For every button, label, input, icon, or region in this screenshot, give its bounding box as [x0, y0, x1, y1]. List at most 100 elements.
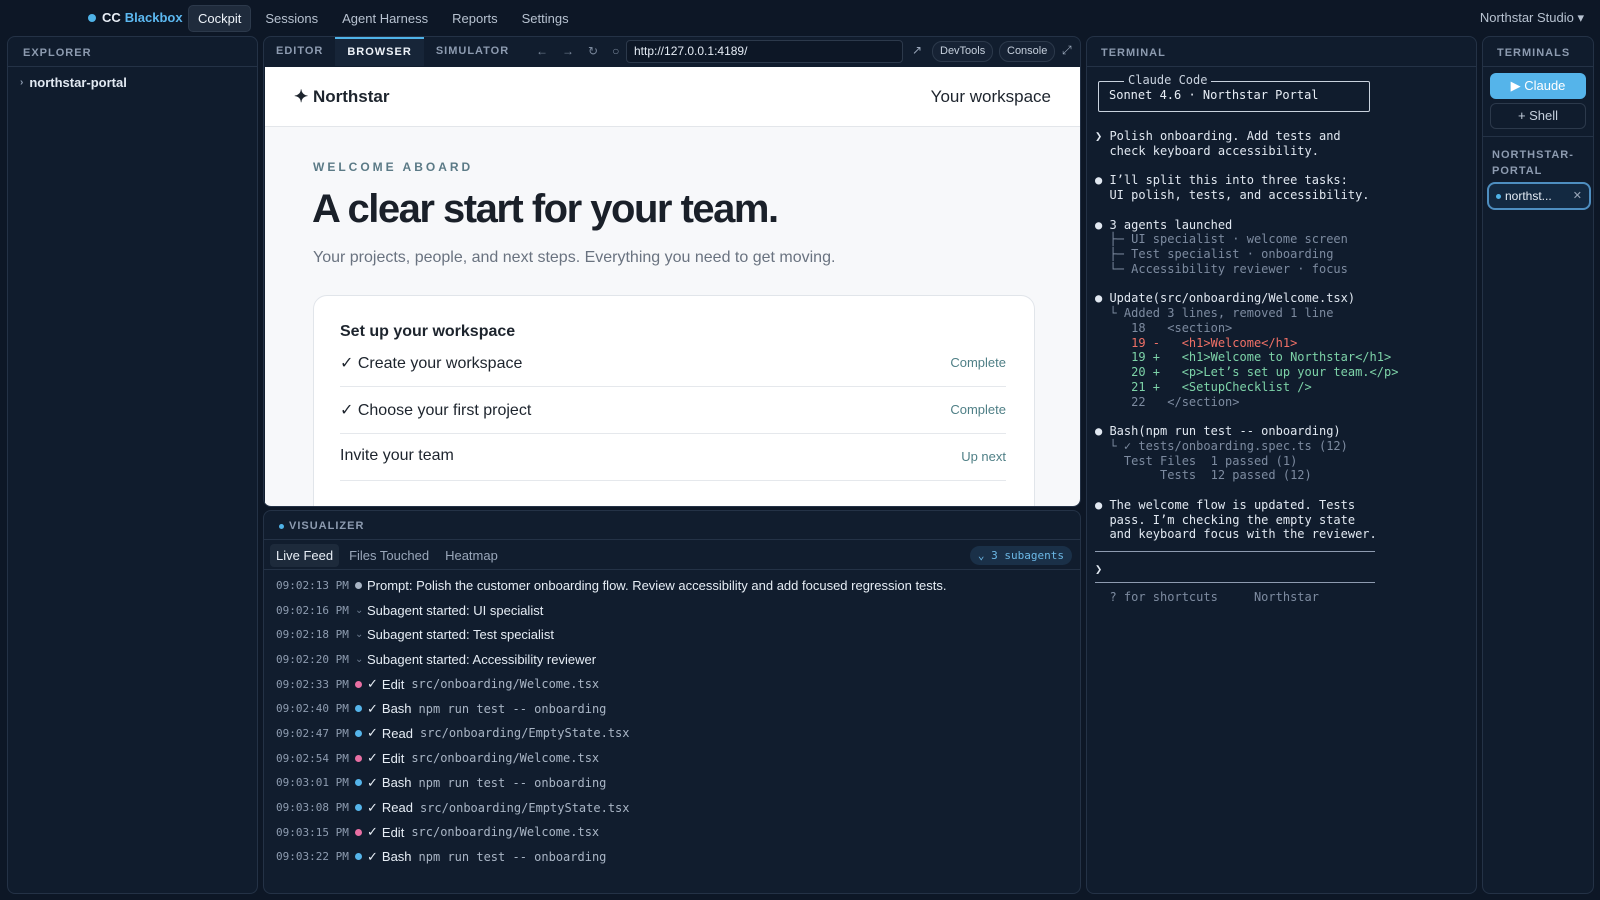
subagents-badge[interactable]: ⌄ 3 subagents [969, 546, 1072, 565]
feed-row[interactable]: 09:02:20 PM ⌄ Subagent started: Accessibil… [276, 647, 1066, 672]
tab-simulator[interactable]: SIMULATOR [424, 37, 521, 66]
back-arrow-icon[interactable]: ← [536, 44, 548, 58]
feed-dot-icon [355, 581, 362, 589]
feed-time: 09:02:16 PM [276, 603, 349, 617]
checklist-row[interactable]: ✓ Choose your first project Complete [340, 387, 1006, 434]
claude-code-label: Claude Code [1124, 73, 1212, 88]
feed-time: 09:02:18 PM [276, 628, 349, 642]
feed-row[interactable]: 09:03:22 PM ✓ Bash npm run test -- onboardi… [276, 845, 1066, 870]
feed-tool: Bash [381, 701, 412, 717]
terminal-panel: TERMINAL Claude Code Sonnet 4.6 · Norths… [1086, 36, 1477, 894]
new-claude-button[interactable]: ▶ Claude [1490, 73, 1586, 99]
feed-time: 09:02:33 PM [276, 677, 349, 691]
feed-row[interactable]: 09:02:33 PM ✓ Edit src/onboarding/Welcome.t… [276, 672, 1066, 697]
page-headline: A clear start for your team. [312, 187, 779, 231]
terminal-line: 19 - <h1>Welcome</h1> [1095, 335, 1298, 350]
feed-text: Prompt: Polish the customer onboarding f… [367, 577, 947, 593]
terminal-line: 18 <section> [1095, 320, 1233, 335]
tab-browser[interactable]: BROWSER [335, 37, 424, 66]
feed-arg: src/onboarding/Welcome.tsx [411, 825, 600, 840]
open-external-icon[interactable]: ↗ [912, 43, 922, 57]
nav-agent-harness[interactable]: Agent Harness [332, 5, 438, 32]
feed-tool: Edit [381, 824, 405, 840]
terminal-line: 22 </section> [1095, 394, 1240, 409]
explorer-title: EXPLORER [23, 47, 92, 59]
welcome-kicker: WELCOME ABOARD [313, 160, 474, 174]
feed-time: 09:02:20 PM [276, 652, 349, 666]
expand-icon[interactable]: ⤢ [1062, 43, 1072, 58]
nav-cockpit[interactable]: Cockpit [188, 5, 252, 32]
feed-row[interactable]: 09:02:40 PM ✓ Bash npm run test -- onboardi… [276, 696, 1066, 721]
tab-heatmap[interactable]: Heatmap [439, 544, 504, 567]
feed-row[interactable]: 09:02:47 PM ✓ Read src/onboarding/EmptyStat… [276, 721, 1066, 746]
terminal-line: ├─ UI specialist · welcome screen [1095, 232, 1348, 247]
tree-item-label: northstar-portal [29, 75, 127, 90]
feed-time: 09:02:54 PM [276, 751, 349, 765]
feed-text: Subagent started: Test specialist [367, 627, 554, 643]
url-input[interactable]: http://127.0.0.1:4189/ [626, 40, 903, 63]
feed-row[interactable]: 09:02:18 PM ⌄ Subagent started: Test speci… [276, 622, 1066, 647]
site-logo[interactable]: ✦ Northstar [294, 87, 389, 107]
feed-tool: Bash [381, 775, 412, 791]
terminal-line: ● Update(src/onboarding/Welcome.tsx) [1095, 291, 1356, 306]
center-panel: EDITOR BROWSER SIMULATOR ← → ↻ ○ http://… [263, 36, 1081, 507]
terminal-line: check keyboard accessibility. [1095, 143, 1319, 158]
check-icon: ✓ [367, 824, 378, 840]
workspace-switcher[interactable]: Northstar Studio ▾ [1480, 10, 1584, 26]
center-tabs: EDITOR BROWSER SIMULATOR [264, 37, 521, 66]
terminal-line: 21 + <SetupChecklist /> [1095, 379, 1312, 394]
terminal-line: UI polish, tests, and accessibility. [1095, 188, 1370, 202]
feed-row[interactable]: 09:02:16 PM ⌄ Subagent started: UI special… [276, 598, 1066, 623]
feed-tool: Edit [381, 750, 405, 766]
feed-arg: npm run test -- onboarding [418, 701, 607, 716]
feed-tool: Read [381, 725, 413, 741]
terminal-line: and keyboard focus with the reviewer. [1095, 527, 1377, 542]
check-icon: ✓ [367, 725, 378, 741]
session-label: northst... [1505, 189, 1552, 203]
checklist-label: ✓ Choose your first project [340, 402, 532, 419]
console-button[interactable]: Console [999, 41, 1056, 62]
forward-arrow-icon[interactable]: → [562, 44, 574, 58]
divider [1095, 582, 1375, 583]
feed-dot-icon [355, 804, 362, 812]
nav-reports[interactable]: Reports [442, 5, 508, 32]
check-icon: ✓ [367, 750, 378, 766]
visualizer-panel: VISUALIZER Live Feed Files Touched Heatm… [263, 510, 1081, 894]
feed-row[interactable]: 09:03:15 PM ✓ Edit src/onboarding/Welcome.t… [276, 820, 1066, 845]
workspace-link[interactable]: Your workspace [931, 87, 1051, 107]
session-tab[interactable]: northst... ✕ [1487, 182, 1591, 210]
close-icon[interactable]: ✕ [1573, 184, 1582, 208]
terminal-prompt[interactable]: ❯ [1095, 562, 1102, 577]
feed-time: 09:02:47 PM [276, 726, 349, 740]
feed-row[interactable]: 09:02:13 PM Prompt: Polish the customer o… [276, 573, 1066, 598]
main-nav: Cockpit Sessions Agent Harness Reports S… [188, 5, 579, 32]
terminals-title: TERMINALS [1497, 47, 1571, 59]
feed-tool: Bash [381, 849, 412, 865]
tab-files-touched[interactable]: Files Touched [343, 544, 435, 567]
divider [264, 569, 1080, 570]
tab-live-feed[interactable]: Live Feed [270, 544, 340, 567]
tree-item-root[interactable]: › northstar-portal [20, 75, 127, 90]
new-shell-button[interactable]: + Shell [1490, 103, 1586, 129]
feed-arg: npm run test -- onboarding [418, 775, 607, 790]
feed-row[interactable]: 09:03:08 PM ✓ Read src/onboarding/EmptyStat… [276, 795, 1066, 820]
visualizer-tabs: Live Feed Files Touched Heatmap [270, 544, 504, 567]
devtools-button[interactable]: DevTools [932, 41, 994, 62]
tab-editor[interactable]: EDITOR [264, 37, 335, 66]
checklist-row[interactable]: Invite your team Up next [340, 434, 1006, 481]
brand-dot-icon [88, 13, 96, 22]
session-status-dot-icon [1496, 194, 1501, 199]
feed-arg: src/onboarding/Welcome.tsx [411, 677, 600, 692]
divider [8, 66, 257, 67]
site-header: ✦ Northstar Your workspace [265, 67, 1080, 127]
feed-row[interactable]: 09:02:54 PM ✓ Edit src/onboarding/Welcome.t… [276, 746, 1066, 771]
session-group-title: NORTHSTAR-PORTAL [1492, 149, 1574, 177]
checklist-row[interactable]: ✓ Create your workspace Complete [340, 340, 1006, 387]
stop-icon[interactable]: ○ [612, 44, 619, 58]
feed-dot-icon [355, 705, 362, 713]
check-icon: ✓ [367, 848, 378, 864]
nav-settings[interactable]: Settings [512, 5, 579, 32]
nav-sessions[interactable]: Sessions [255, 5, 328, 32]
feed-row[interactable]: 09:03:01 PM ✓ Bash npm run test -- onboardi… [276, 771, 1066, 796]
reload-icon[interactable]: ↻ [588, 44, 598, 58]
